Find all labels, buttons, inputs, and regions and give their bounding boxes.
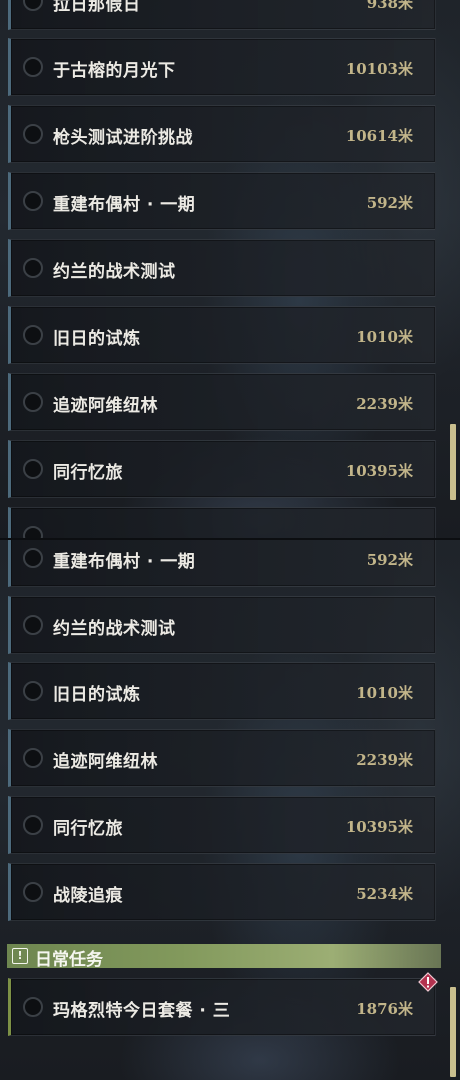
quest-name: 重建布偶村 · 一期 [53,195,196,215]
scrollbar-thumb[interactable] [450,987,456,1077]
quest-track-radio[interactable] [23,997,43,1017]
quest-distance: 5234米 [356,885,413,903]
alert-diamond-icon [418,972,438,992]
quest-distance: 10614米 [345,127,413,145]
quest-track-radio[interactable] [23,325,43,345]
quest-name: 拉日那假日 [53,0,141,15]
quest-track-radio[interactable] [23,815,43,835]
quest-name: 战陵追痕 [53,886,123,906]
quest-item[interactable]: 约兰的战术测试 [8,596,436,654]
quest-distance: 592米 [366,551,413,569]
quest-name: 同行忆旅 [53,463,123,483]
quest-name: 旧日的试炼 [53,685,141,705]
quest-track-radio[interactable] [23,615,43,635]
quest-item[interactable]: 追迹阿维纽林 2239米 [8,729,436,787]
quest-item[interactable]: 于古榕的月光下 10103米 [8,38,436,96]
quest-track-radio[interactable] [23,392,43,412]
quest-distance: 2239米 [356,751,413,769]
quest-name: 枪头测试进阶挑战 [53,128,193,148]
quest-item[interactable]: 拉日那假日 938米 [8,0,436,30]
quest-name: 约兰的战术测试 [53,262,176,282]
quest-distance: 10103米 [345,60,413,78]
quest-name: 追迹阿维纽林 [53,396,158,416]
quest-distance: 1876米 [356,1000,413,1018]
quest-track-radio[interactable] [23,548,43,568]
quest-item[interactable]: 战陵追痕 5234米 [8,863,436,921]
quest-item[interactable]: 重建布偶村 · 一期 592米 [8,172,436,230]
exclamation-box-icon: ! [12,948,28,964]
quest-track-radio[interactable] [23,681,43,701]
quest-track-radio[interactable] [23,0,43,11]
quest-name: 玛格烈特今日套餐 · 三 [53,1001,231,1021]
quest-name: 旧日的试炼 [53,329,141,349]
section-title: 日常任务 [35,950,103,970]
quest-name: 同行忆旅 [53,819,123,839]
quest-name: 重建布偶村 · 一期 [53,552,196,572]
quest-track-radio[interactable] [23,124,43,144]
quest-distance: 1010米 [356,684,413,702]
quest-item[interactable]: 约兰的战术测试 [8,239,436,297]
quest-name: 约兰的战术测试 [53,619,176,639]
quest-track-radio[interactable] [23,882,43,902]
quest-track-radio[interactable] [23,57,43,77]
quest-distance: 938米 [366,0,413,12]
quest-distance: 2239米 [356,395,413,413]
quest-distance: 1010米 [356,328,413,346]
quest-track-radio[interactable] [23,748,43,768]
quest-name: 于古榕的月光下 [53,61,176,81]
quest-name: 追迹阿维纽林 [53,752,158,772]
daily-quest-item[interactable]: 玛格烈特今日套餐 · 三 1876米 [8,978,436,1036]
quest-item[interactable]: 旧日的试炼 1010米 [8,662,436,720]
quest-item[interactable]: 同行忆旅 10395米 [8,796,436,854]
quest-item[interactable]: 追迹阿维纽林 2239米 [8,373,436,431]
quest-track-radio[interactable] [23,258,43,278]
quest-item[interactable]: 枪头测试进阶挑战 10614米 [8,105,436,163]
scrollbar-thumb[interactable] [450,424,456,500]
quest-item[interactable]: 旧日的试炼 1010米 [8,306,436,364]
quest-item[interactable]: 同行忆旅 10395米 [8,440,436,498]
quest-distance: 592米 [366,194,413,212]
quest-item[interactable]: 重建布偶村 · 一期 592米 [8,540,436,587]
quest-list-panel-top: 拉日那假日 938米 于古榕的月光下 10103米 枪头测试进阶挑战 10614… [0,0,460,540]
daily-quests-header[interactable]: ! 日常任务 [7,944,441,970]
quest-distance: 10395米 [345,818,413,836]
quest-track-radio[interactable] [23,459,43,479]
quest-item[interactable] [8,507,436,540]
quest-track-radio[interactable] [23,191,43,211]
quest-distance: 10395米 [345,462,413,480]
